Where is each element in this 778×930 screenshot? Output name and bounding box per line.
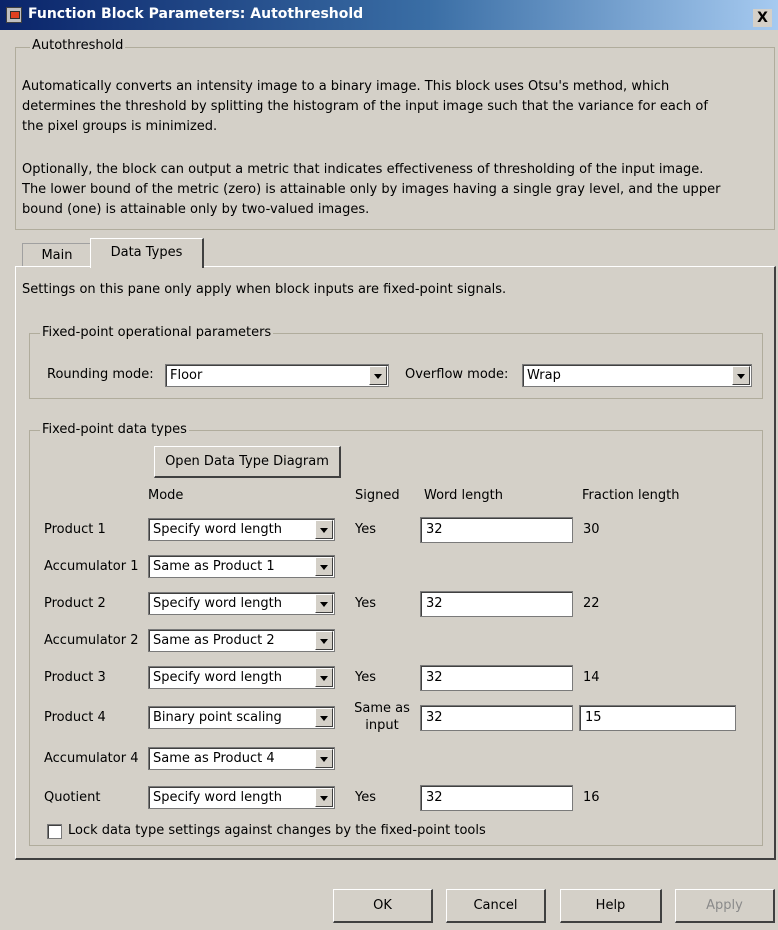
- product-1-mode-value: Specify word length: [153, 522, 282, 537]
- title-bar: Function Block Parameters: Autothreshold: [0, 0, 778, 30]
- product-4-word-length-input[interactable]: 32: [420, 705, 573, 731]
- chevron-down-icon[interactable]: [315, 631, 333, 650]
- product-3-mode-value: Specify word length: [153, 670, 282, 685]
- chevron-down-icon[interactable]: [315, 708, 333, 727]
- row-label-product-4: Product 4: [44, 710, 106, 725]
- row-label-accumulator-2: Accumulator 2: [44, 633, 139, 648]
- header-word-length: Word length: [424, 488, 503, 503]
- chevron-down-icon[interactable]: [315, 749, 333, 768]
- product-4-mode-select[interactable]: Binary point scaling: [148, 706, 335, 729]
- accumulator-2-mode-select[interactable]: Same as Product 2: [148, 629, 335, 652]
- rounding-mode-select[interactable]: Floor: [165, 364, 389, 387]
- description-line: Automatically converts an intensity imag…: [22, 79, 670, 94]
- chevron-down-icon[interactable]: [315, 668, 333, 687]
- product-2-word-length-input[interactable]: 32: [420, 591, 573, 617]
- product-2-signed: Yes: [355, 596, 376, 611]
- header-mode: Mode: [148, 488, 184, 503]
- product-3-fraction-length: 14: [583, 670, 600, 685]
- row-label-product-3: Product 3: [44, 670, 106, 685]
- row-label-quotient: Quotient: [44, 790, 101, 805]
- overflow-mode-select[interactable]: Wrap: [522, 364, 752, 387]
- chevron-down-icon[interactable]: [315, 520, 333, 539]
- description-line: the pixel groups is minimized.: [22, 119, 218, 134]
- rounding-mode-label: Rounding mode:: [47, 367, 154, 382]
- product-4-fraction-length-input[interactable]: 15: [579, 705, 736, 731]
- product-1-word-length-input[interactable]: 32: [420, 517, 573, 543]
- description-line: bound (one) is attainable only by two-va…: [22, 202, 370, 217]
- header-fraction-length: Fraction length: [582, 488, 680, 503]
- description-paragraph-1: Automatically converts an intensity imag…: [22, 77, 762, 137]
- header-signed: Signed: [355, 488, 400, 503]
- quotient-word-length-input[interactable]: 32: [420, 785, 573, 811]
- description-group-title: Autothreshold: [30, 38, 126, 53]
- product-2-mode-value: Specify word length: [153, 596, 282, 611]
- row-label-product-2: Product 2: [44, 596, 106, 611]
- product-4-signed: Same as input: [352, 700, 412, 734]
- quotient-signed: Yes: [355, 790, 376, 805]
- description-line: determines the threshold by splitting th…: [22, 99, 708, 114]
- product-1-signed: Yes: [355, 522, 376, 537]
- product-3-mode-select[interactable]: Specify word length: [148, 666, 335, 689]
- product-3-signed: Yes: [355, 670, 376, 685]
- product-4-signed-line-1: Same as: [354, 701, 410, 716]
- accumulator-2-mode-value: Same as Product 2: [153, 633, 275, 648]
- quotient-fraction-length: 16: [583, 790, 600, 805]
- help-button[interactable]: Help: [560, 889, 662, 923]
- row-label-accumulator-4: Accumulator 4: [44, 751, 139, 766]
- rounding-mode-value: Floor: [170, 368, 203, 383]
- quotient-mode-value: Specify word length: [153, 790, 282, 805]
- product-1-fraction-length: 30: [583, 522, 600, 537]
- accumulator-4-mode-select[interactable]: Same as Product 4: [148, 747, 335, 770]
- chevron-down-icon[interactable]: [732, 366, 750, 385]
- product-4-mode-value: Binary point scaling: [153, 710, 282, 725]
- description-line: Optionally, the block can output a metri…: [22, 162, 704, 177]
- product-2-mode-select[interactable]: Specify word length: [148, 592, 335, 615]
- row-label-product-1: Product 1: [44, 522, 106, 537]
- ok-button[interactable]: OK: [333, 889, 433, 923]
- product-1-mode-select[interactable]: Specify word length: [148, 518, 335, 541]
- description-line: The lower bound of the metric (zero) is …: [22, 182, 721, 197]
- accumulator-1-mode-select[interactable]: Same as Product 1: [148, 555, 335, 578]
- accumulator-1-mode-value: Same as Product 1: [153, 559, 275, 574]
- chevron-down-icon[interactable]: [315, 788, 333, 807]
- window-title: Function Block Parameters: Autothreshold: [28, 6, 364, 22]
- open-data-type-diagram-button[interactable]: Open Data Type Diagram: [154, 446, 341, 478]
- op-params-group-title: Fixed-point operational parameters: [40, 325, 274, 340]
- chevron-down-icon[interactable]: [315, 557, 333, 576]
- overflow-mode-label: Overflow mode:: [405, 367, 509, 382]
- tab-data-types[interactable]: Data Types: [90, 238, 204, 268]
- overflow-mode-value: Wrap: [527, 368, 561, 383]
- data-types-group-title: Fixed-point data types: [40, 422, 189, 437]
- chevron-down-icon[interactable]: [315, 594, 333, 613]
- lock-data-type-label: Lock data type settings against changes …: [68, 823, 486, 838]
- product-4-signed-line-2: input: [365, 718, 399, 733]
- cancel-button[interactable]: Cancel: [446, 889, 546, 923]
- row-label-accumulator-1: Accumulator 1: [44, 559, 139, 574]
- chevron-down-icon[interactable]: [369, 366, 387, 385]
- simulink-icon: [6, 7, 22, 23]
- accumulator-4-mode-value: Same as Product 4: [153, 751, 275, 766]
- panel-note: Settings on this pane only apply when bl…: [22, 282, 507, 297]
- description-paragraph-2: Optionally, the block can output a metri…: [22, 160, 762, 220]
- close-button[interactable]: X: [753, 9, 772, 27]
- apply-button[interactable]: Apply: [675, 889, 775, 923]
- quotient-mode-select[interactable]: Specify word length: [148, 786, 335, 809]
- product-2-fraction-length: 22: [583, 596, 600, 611]
- product-3-word-length-input[interactable]: 32: [420, 665, 573, 691]
- lock-data-type-checkbox[interactable]: [47, 824, 62, 839]
- tab-main[interactable]: Main: [22, 243, 92, 267]
